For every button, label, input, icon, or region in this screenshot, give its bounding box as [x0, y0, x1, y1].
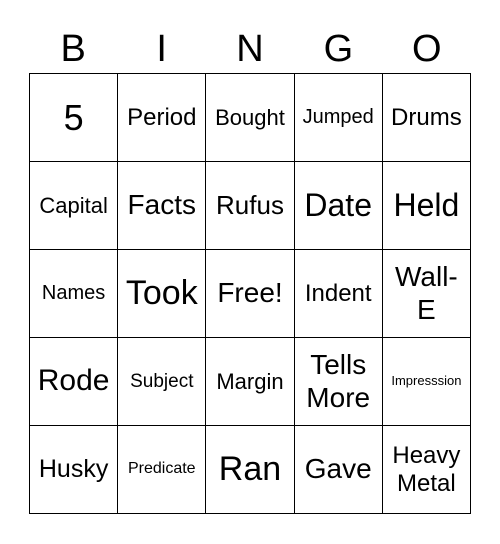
cell-text: Indent: [304, 279, 372, 307]
header-letter-g: G: [323, 28, 354, 70]
cell-text: Wall- E: [395, 261, 458, 325]
bingo-cell: Gave: [294, 426, 383, 514]
bingo-cell: Indent: [294, 250, 383, 338]
bingo-cell: Date: [294, 162, 383, 250]
bingo-header: B I N G O: [29, 26, 471, 72]
bingo-cell: Held: [382, 162, 471, 250]
cell-text: Impresssion: [391, 373, 462, 389]
cell-text: Margin: [216, 368, 284, 394]
bingo-cell: Ran: [206, 426, 295, 514]
header-letter-b: B: [60, 28, 86, 70]
bingo-cell: Subject: [118, 338, 207, 426]
cell-text: Took: [125, 273, 198, 312]
header-letter-o: O: [412, 28, 442, 70]
bingo-cell: Took: [118, 250, 207, 338]
cell-text: Held: [393, 187, 460, 224]
cell-text: Jumped: [302, 106, 374, 128]
cell-text: Facts: [127, 189, 197, 221]
bingo-cell: Bought: [206, 74, 295, 162]
cell-text: Rufus: [216, 189, 284, 220]
cell-text: Capital: [39, 192, 108, 218]
header-letter-n: N: [236, 28, 264, 70]
bingo-cell: Free!: [206, 250, 295, 338]
cell-text: Names: [41, 282, 106, 304]
bingo-grid: 5 Period Bought Jumped Drums Capital Facts Rufu…: [29, 73, 471, 514]
bingo-cell: 5: [30, 74, 119, 162]
cell-text: Bought: [215, 104, 285, 130]
bingo-cell: Heavy Metal: [382, 426, 471, 514]
cell-text: 5: [63, 96, 84, 138]
bingo-cell: Period: [118, 74, 207, 162]
header-letter-i: I: [156, 28, 167, 70]
cell-text: Ran: [218, 449, 282, 488]
cell-text: Heavy Metal: [392, 441, 461, 497]
bingo-cell: Margin: [206, 338, 295, 426]
bingo-cell: Husky: [30, 426, 119, 514]
bingo-cell: Tells More: [294, 338, 383, 426]
cell-text: Free!: [217, 277, 283, 309]
cell-text: Gave: [304, 453, 372, 485]
bingo-cell: Facts: [118, 162, 207, 250]
cell-text: Period: [127, 103, 197, 131]
bingo-cell: Wall- E: [382, 250, 471, 338]
bingo-cell: Capital: [30, 162, 119, 250]
bingo-cell: Rode: [30, 338, 119, 426]
bingo-cell: Predicate: [118, 426, 207, 514]
cell-text: Husky: [38, 455, 109, 484]
bingo-cell: Jumped: [294, 74, 383, 162]
cell-text: Tells More: [306, 349, 371, 413]
bingo-cell: Drums: [382, 74, 471, 162]
cell-text: Date: [304, 187, 372, 224]
bingo-cell: Rufus: [206, 162, 295, 250]
bingo-cell: Names: [30, 250, 119, 338]
cell-text: Drums: [391, 103, 462, 131]
cell-text: Subject: [130, 370, 194, 392]
bingo-cell: Impresssion: [382, 338, 471, 426]
cell-text: Rode: [37, 364, 110, 398]
cell-text: Predicate: [127, 460, 196, 478]
